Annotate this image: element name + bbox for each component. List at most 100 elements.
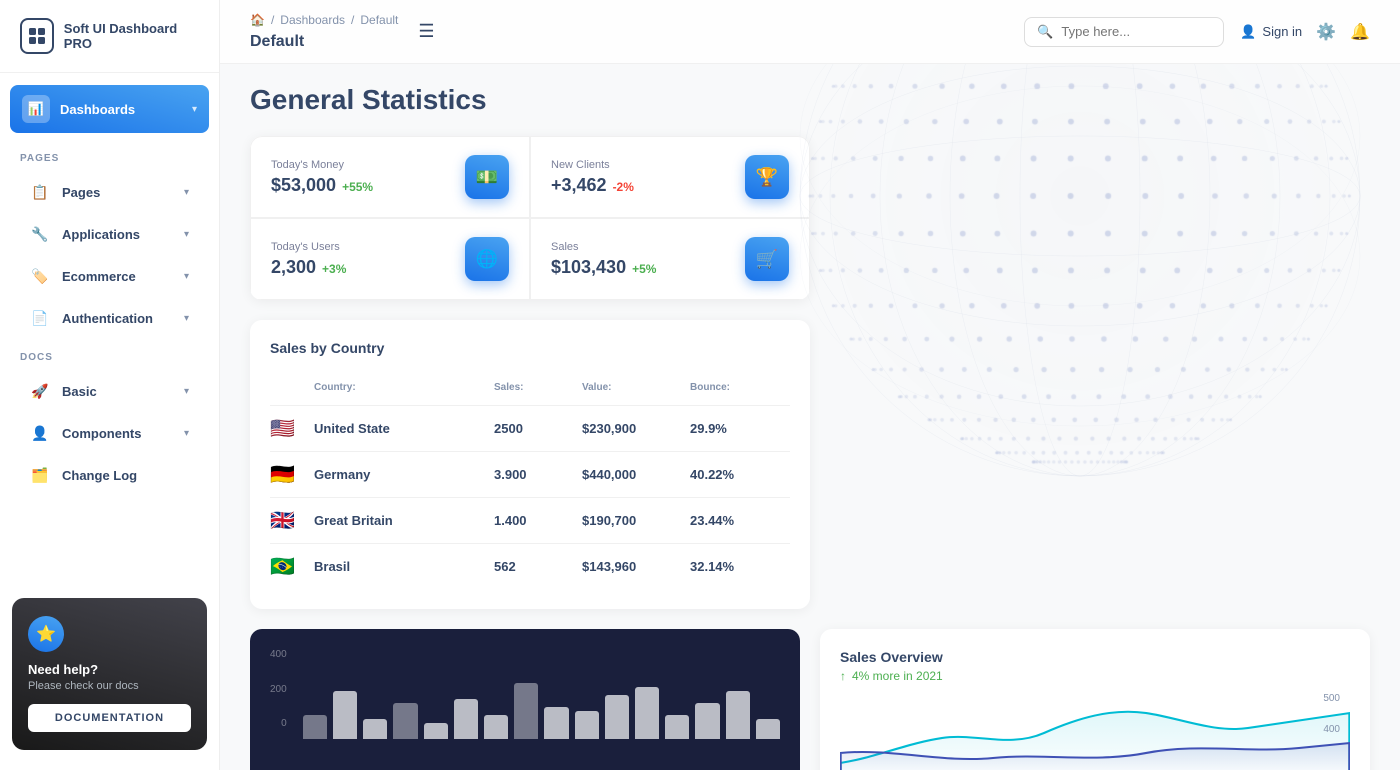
flag-gb: 🇬🇧 — [270, 508, 306, 533]
authentication-chevron-icon: ▾ — [184, 313, 189, 324]
sales-country-card: Sales by Country Country: Sales: Value: … — [250, 320, 810, 609]
header-actions: 👤 Sign in ⚙️ 🔔 — [1240, 22, 1370, 42]
hamburger-icon[interactable]: ☰ — [418, 21, 434, 42]
help-star-icon: ⭐ — [28, 616, 64, 652]
sidebar-item-applications[interactable]: 🔧 Applications ▾ — [10, 214, 209, 254]
y-label-400: 400 — [270, 649, 287, 660]
so-y-500: 500 — [1323, 693, 1340, 704]
sidebar-item-authentication[interactable]: 📄 Authentication ▾ — [10, 298, 209, 338]
page-content: General Statistics — [220, 64, 1400, 770]
bar-1 — [333, 691, 357, 739]
y-axis-labels: 400 200 0 — [270, 649, 287, 729]
bounce-de: 40.22% — [690, 467, 790, 482]
country-us: United State — [314, 421, 486, 436]
col-header-value: Value: — [582, 382, 682, 393]
sales-overview-card: Sales Overview ↑ 4% more in 2021 — [820, 629, 1370, 770]
value-gb: $190,700 — [582, 513, 682, 528]
help-subtitle: Please check our docs — [28, 680, 191, 692]
app-logo: Soft UI Dashboard PRO — [0, 0, 219, 73]
bar-chart — [303, 659, 780, 739]
sales-overview-title: Sales Overview — [840, 649, 1350, 665]
y-label-200: 200 — [270, 684, 287, 695]
search-input[interactable] — [1061, 24, 1211, 39]
pages-label: Pages — [62, 185, 100, 200]
sidebar-item-pages[interactable]: 📋 Pages ▾ — [10, 172, 209, 212]
sidebar-item-components[interactable]: 👤 Components ▾ — [10, 413, 209, 453]
changelog-label: Change Log — [62, 468, 137, 483]
components-label: Components — [62, 426, 141, 441]
sales-br: 562 — [494, 559, 574, 574]
mini-chart: 500 400 — [840, 693, 1350, 770]
bar-6 — [484, 715, 508, 739]
bounce-us: 29.9% — [690, 421, 790, 436]
stat-card-money: Today's Money $53,000 +55% 💵 — [250, 136, 530, 218]
bar-2 — [363, 719, 387, 739]
pages-section-label: PAGES — [0, 141, 219, 170]
changelog-icon: 🗂️ — [30, 465, 50, 485]
sales-country-title: Sales by Country — [270, 340, 790, 356]
bar-0 — [303, 715, 327, 739]
applications-icon: 🔧 — [30, 224, 50, 244]
home-icon: 🏠 — [250, 13, 265, 27]
documentation-button[interactable]: DOCUMENTATION — [28, 704, 191, 732]
sales-us: 2500 — [494, 421, 574, 436]
search-box[interactable]: 🔍 — [1024, 17, 1224, 47]
value-us: $230,900 — [582, 421, 682, 436]
dashboards-icon: 📊 — [22, 95, 50, 123]
flag-br: 🇧🇷 — [270, 554, 306, 579]
components-icon: 👤 — [30, 423, 50, 443]
stat-sales-icon: 🛒 — [745, 237, 789, 281]
basic-label: Basic — [62, 384, 97, 399]
stat-sales-value: $103,430 — [551, 257, 626, 278]
stat-clients-value: +3,462 — [551, 175, 607, 196]
globe-background — [780, 64, 1400, 516]
user-icon: 👤 — [1240, 24, 1256, 40]
bar-chart-card: 400 200 0 — [250, 629, 800, 770]
basic-chevron-icon: ▾ — [184, 386, 189, 397]
sales-growth-label: ↑ 4% more in 2021 — [840, 669, 1350, 683]
help-card: ⭐ Need help? Please check our docs DOCUM… — [12, 598, 207, 750]
sidebar-nav: 📊 Dashboards ▾ PAGES 📋 Pages ▾ 🔧 Applica… — [0, 73, 219, 588]
notification-icon[interactable]: 🔔 — [1350, 22, 1370, 42]
sidebar: Soft UI Dashboard PRO 📊 Dashboards ▾ PAG… — [0, 0, 220, 770]
bottom-charts: 400 200 0 Sales Overview ↑ — [250, 629, 1370, 770]
flag-de: 🇩🇪 — [270, 462, 306, 487]
breadcrumb-sep2: / — [351, 13, 354, 27]
stat-money-change: +55% — [342, 180, 373, 194]
settings-icon[interactable]: ⚙️ — [1316, 22, 1336, 42]
sidebar-item-changelog[interactable]: 🗂️ Change Log — [10, 455, 209, 495]
col-header-bounce: Bounce: — [690, 382, 790, 393]
sidebar-dashboards-label: Dashboards — [60, 102, 135, 117]
stats-grid: Today's Money $53,000 +55% 💵 New Clients… — [250, 136, 810, 300]
bar-10 — [605, 695, 629, 739]
col-header-sales: Sales: — [494, 382, 574, 393]
applications-label: Applications — [62, 227, 140, 242]
col-header-country: Country: — [314, 382, 486, 393]
bar-14 — [726, 691, 750, 739]
ecommerce-label: Ecommerce — [62, 269, 136, 284]
sidebar-item-dashboards[interactable]: 📊 Dashboards ▾ — [10, 85, 209, 133]
country-row-br: 🇧🇷 Brasil 562 $143,960 32.14% — [270, 544, 790, 589]
stat-card-sales: Sales $103,430 +5% 🛒 — [530, 218, 810, 300]
pages-icon: 📋 — [30, 182, 50, 202]
bounce-gb: 23.44% — [690, 513, 790, 528]
sidebar-item-ecommerce[interactable]: 🏷️ Ecommerce ▾ — [10, 256, 209, 296]
stat-money-value: $53,000 — [271, 175, 336, 196]
bounce-br: 32.14% — [690, 559, 790, 574]
breadcrumb-trail: 🏠 / Dashboards / Default — [250, 13, 398, 27]
breadcrumb-dashboards[interactable]: Dashboards — [280, 13, 345, 27]
sign-in-label: Sign in — [1262, 24, 1302, 39]
country-br: Brasil — [314, 559, 486, 574]
bar-5 — [454, 699, 478, 739]
page-title-breadcrumb: Default — [250, 33, 304, 51]
breadcrumb-sep1: / — [271, 13, 274, 27]
authentication-icon: 📄 — [30, 308, 50, 328]
bar-12 — [665, 715, 689, 739]
sign-in-button[interactable]: 👤 Sign in — [1240, 24, 1302, 40]
stat-money-label: Today's Money — [271, 159, 373, 171]
stat-card-clients: New Clients +3,462 -2% 🏆 — [530, 136, 810, 218]
flag-us: 🇺🇸 — [270, 416, 306, 441]
logo-icon — [20, 18, 54, 54]
sidebar-item-basic[interactable]: 🚀 Basic ▾ — [10, 371, 209, 411]
help-title: Need help? — [28, 662, 191, 677]
